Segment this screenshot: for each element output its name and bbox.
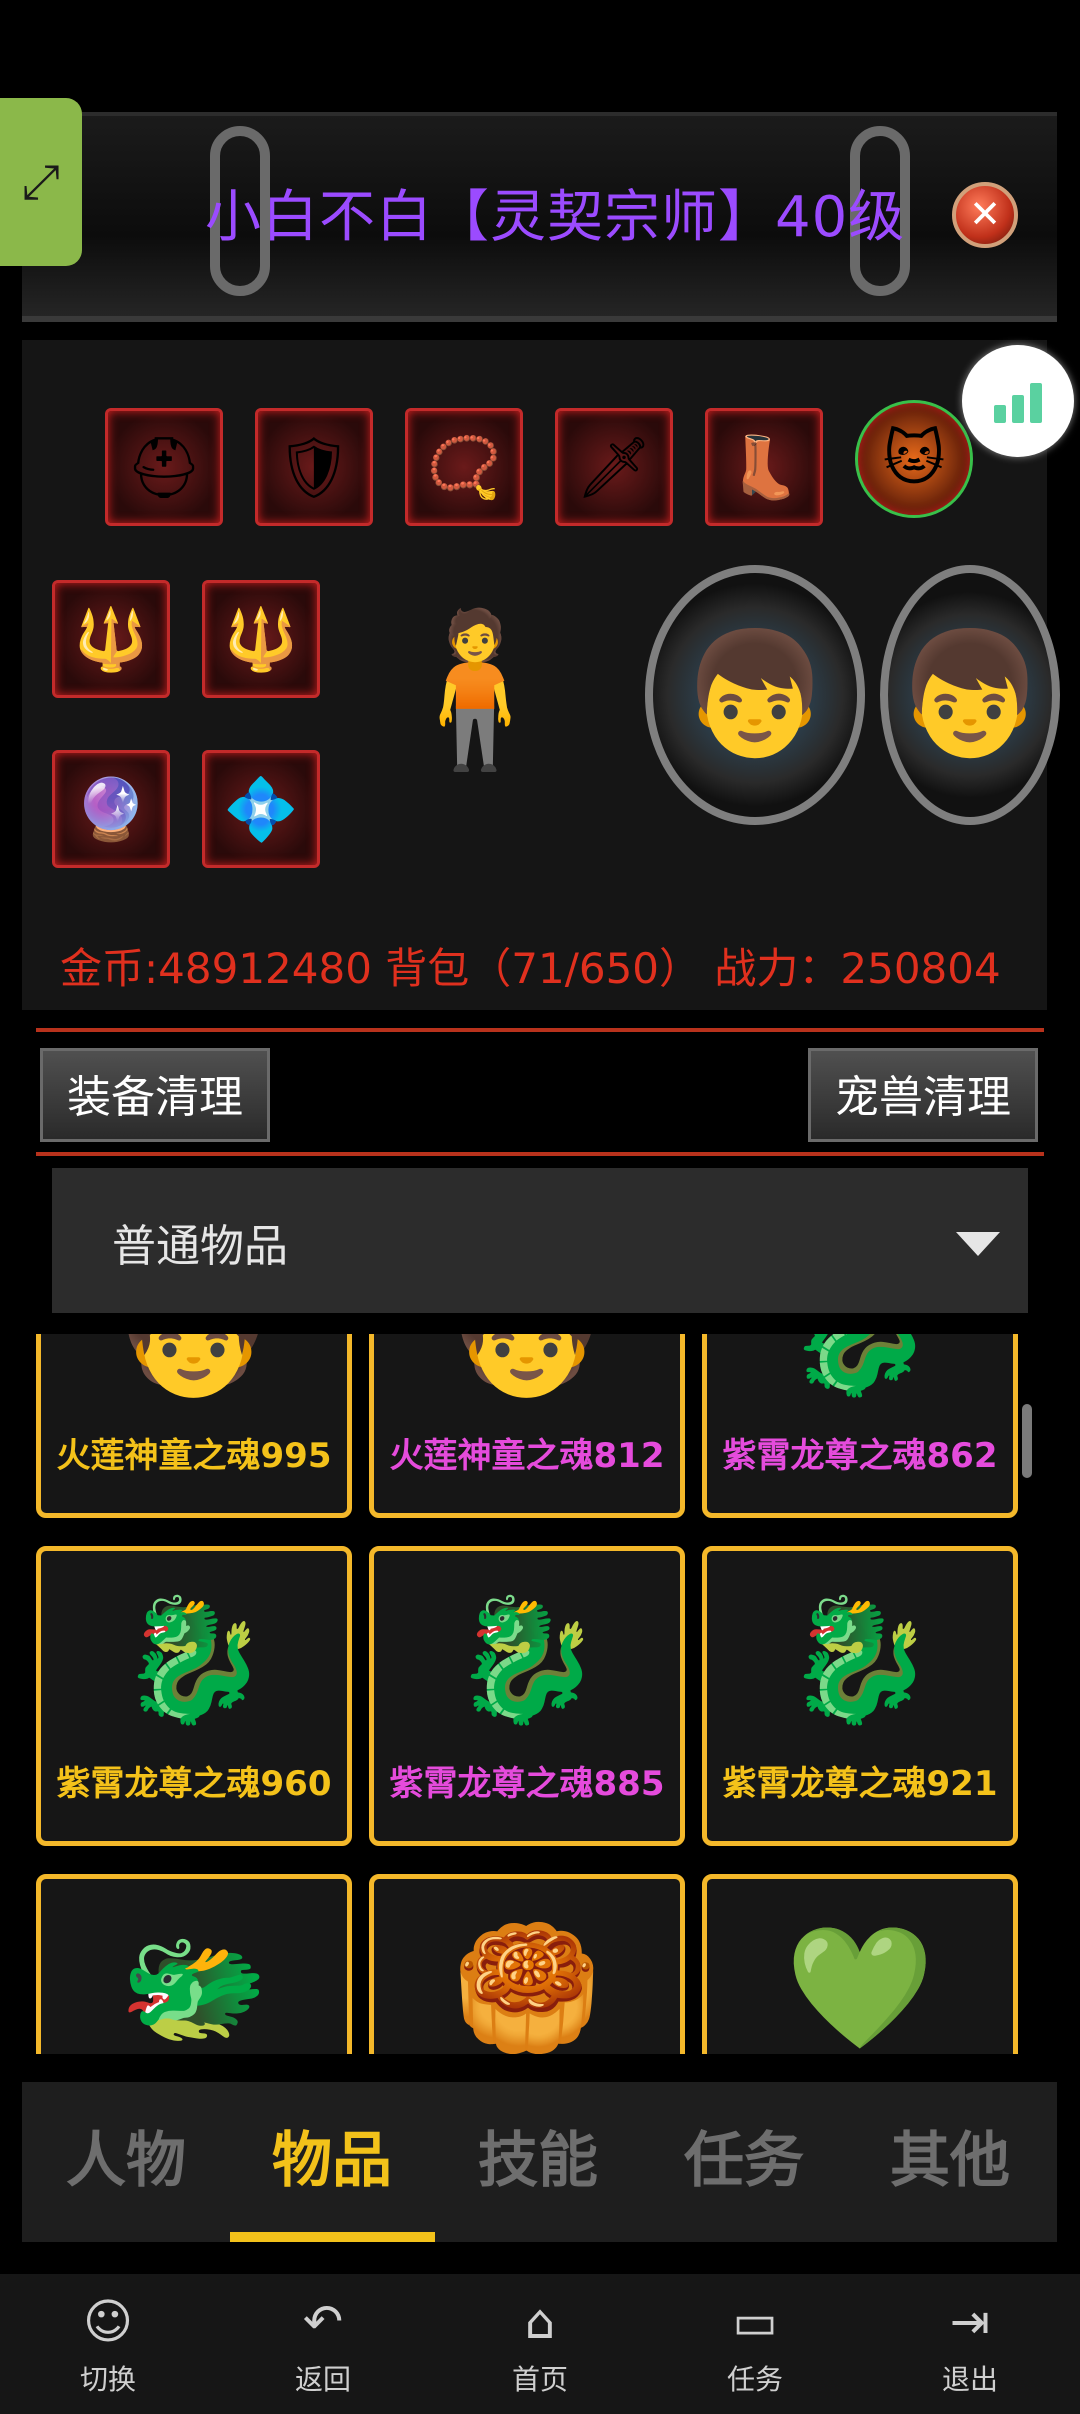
tab-items[interactable]: 物品 — [252, 2112, 412, 2199]
item-label: 火莲神童之魂995 — [56, 1436, 332, 1476]
equip-slot-orb[interactable]: 🔮 — [52, 750, 170, 868]
nav-switch[interactable]: ☺ 切换 — [48, 2292, 168, 2398]
home-icon: ⌂ — [524, 2294, 556, 2350]
purple-dragon-icon: 🐉 — [119, 1591, 269, 1730]
nav-home[interactable]: ⌂ 首页 — [480, 2292, 600, 2398]
item-filter-selected: 普通物品 — [112, 1221, 288, 1272]
item-label: 紫霄龙尊之魂921 — [722, 1764, 998, 1804]
equip-clean-button[interactable]: 装备清理 — [40, 1048, 270, 1142]
divider — [36, 1028, 1044, 1032]
item-cell[interactable]: 🥮 — [369, 1874, 685, 2054]
switch-icon: ☺ — [82, 2294, 134, 2350]
equip-slot-emblem[interactable]: 💠 — [202, 750, 320, 868]
pet-portrait-1[interactable]: 👦 — [645, 565, 865, 825]
purple-dragon-icon: 🐉 — [707, 1334, 1013, 1403]
equip-slot-armor[interactable]: 🛡 — [255, 408, 373, 526]
nav-back[interactable]: ↶ 返回 — [263, 2292, 383, 2398]
item-cell[interactable]: 🐉 紫霄龙尊之魂885 — [369, 1546, 685, 1846]
active-tab-indicator — [230, 2232, 435, 2242]
nav-task[interactable]: ▭ 任务 — [695, 2292, 815, 2398]
purple-dragon-icon: 🐉 — [452, 1591, 602, 1730]
fire-lotus-boy-icon: 🧒 — [41, 1334, 347, 1403]
equip-slot-boots[interactable]: 👢 — [705, 408, 823, 526]
fire-lotus-boy-icon: 🧒 — [374, 1334, 680, 1403]
item-cell[interactable]: 🐉 紫霄龙尊之魂960 — [36, 1546, 352, 1846]
task-icon: ▭ — [732, 2294, 778, 2350]
mooncake-icon: 🥮 — [452, 1919, 602, 2054]
tab-tasks[interactable]: 任务 — [664, 2112, 824, 2199]
scrollbar[interactable] — [1022, 1404, 1032, 1478]
item-cell[interactable]: 🐉 紫霄龙尊之魂862 — [702, 1334, 1018, 1518]
back-icon: ↶ — [302, 2294, 344, 2350]
tab-other[interactable]: 其他 — [870, 2112, 1030, 2199]
tab-character[interactable]: 人物 — [46, 2112, 206, 2199]
item-label: 紫霄龙尊之魂960 — [56, 1764, 332, 1804]
item-cell[interactable]: 💚 — [702, 1874, 1018, 2054]
equip-slot-ring-2[interactable]: 🔱 — [202, 580, 320, 698]
item-cell[interactable]: 🐲 — [36, 1874, 352, 2054]
close-icon[interactable]: ✕ — [952, 182, 1018, 248]
item-label: 紫霄龙尊之魂862 — [722, 1436, 998, 1476]
item-label: 火莲神童之魂812 — [389, 1436, 665, 1476]
item-grid[interactable]: 🧒 火莲神童之魂995 🧒 火莲神童之魂812 🐉 紫霄龙尊之魂862 🐉 紫霄龙尊之魂960… — [36, 1334, 1034, 2054]
tab-skills[interactable]: 技能 — [458, 2112, 618, 2199]
equip-slot-necklace[interactable]: 📿 — [405, 408, 523, 526]
chevron-down-icon[interactable] — [956, 1232, 1000, 1256]
green-gem-icon: 💚 — [785, 1919, 935, 2054]
character-avatar: 🧍 — [381, 603, 569, 777]
item-cell[interactable]: 🧒 火莲神童之魂995 — [36, 1334, 352, 1518]
nav-task-label: 任务 — [726, 2363, 783, 2396]
nav-back-label: 返回 — [294, 2363, 351, 2396]
item-cell[interactable]: 🧒 火莲神童之魂812 — [369, 1334, 685, 1518]
nav-exit-label: 退出 — [941, 2363, 998, 2396]
item-cell[interactable]: 🐉 紫霄龙尊之魂921 — [702, 1546, 1018, 1846]
gold-bag-power-line: 金币:48912480 背包（71/650） 战力：250804 — [60, 944, 1001, 993]
character-title: 小白不白【灵契宗师】40级 — [205, 185, 906, 250]
equip-slot-weapon[interactable]: 🗡 — [555, 408, 673, 526]
green-dragon-icon: 🐲 — [119, 1919, 269, 2054]
divider — [36, 1152, 1044, 1156]
exit-icon: ⇥ — [949, 2294, 991, 2350]
pet-clean-button[interactable]: 宠兽清理 — [808, 1048, 1038, 1142]
equip-slot-ring-1[interactable]: 🔱 — [52, 580, 170, 698]
expand-icon[interactable]: ⤢ — [0, 98, 82, 266]
purple-dragon-icon: 🐉 — [785, 1591, 935, 1730]
equip-slot-pet-orb[interactable]: 🐱 — [855, 400, 973, 518]
bar-chart-icon[interactable] — [962, 345, 1074, 457]
nav-exit[interactable]: ⇥ 退出 — [910, 2292, 1030, 2398]
pet-portrait-2[interactable]: 👦 — [880, 565, 1060, 825]
nav-switch-label: 切换 — [79, 2363, 136, 2396]
nav-home-label: 首页 — [511, 2363, 568, 2396]
item-label: 紫霄龙尊之魂885 — [389, 1764, 665, 1804]
equip-slot-helmet[interactable]: ⛑ — [105, 408, 223, 526]
